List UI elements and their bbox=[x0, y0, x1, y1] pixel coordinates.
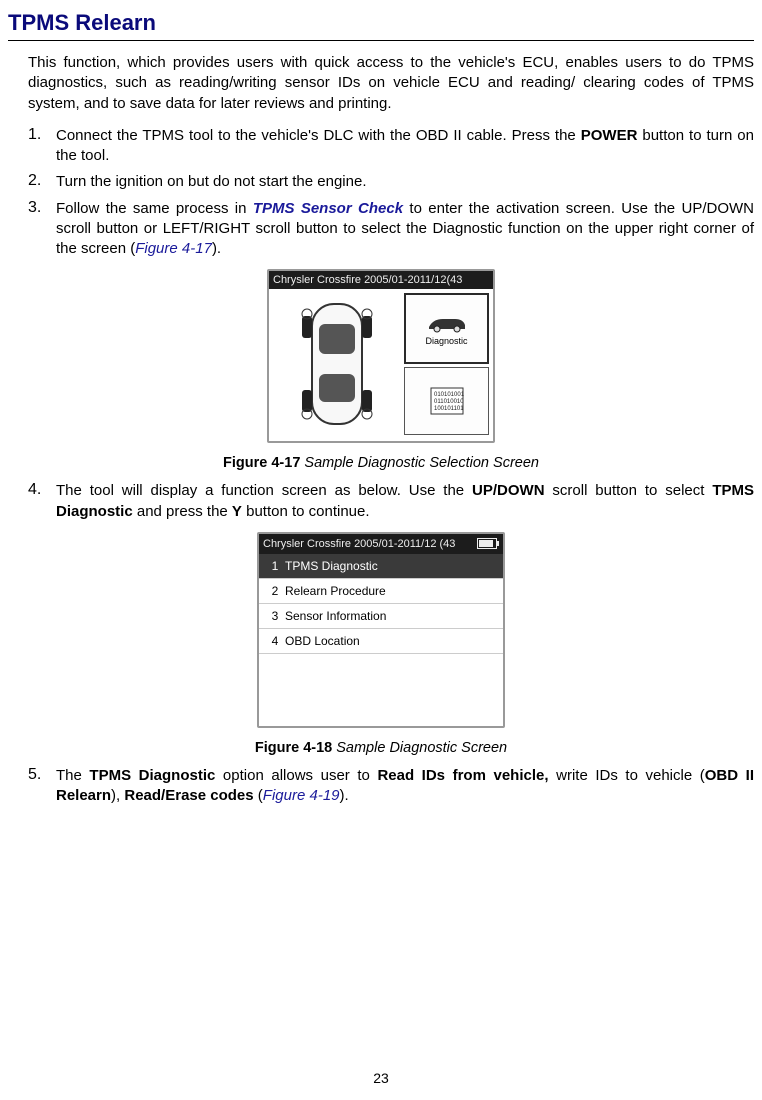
diagnostic-selection-screenshot: Chrysler Crossfire 2005/01-2011/12(43 bbox=[267, 269, 495, 443]
battery-icon bbox=[477, 538, 497, 549]
row-text: Relearn Procedure bbox=[285, 584, 386, 598]
row-number: 3 bbox=[265, 609, 285, 623]
step-text: ), bbox=[111, 787, 124, 804]
step-body: Connect the TPMS tool to the vehicle's D… bbox=[56, 126, 754, 167]
binary-icon-box: 010101001 011010010 100101101 bbox=[404, 367, 489, 436]
page-number: 23 bbox=[0, 1070, 762, 1086]
step-text: ). bbox=[340, 787, 349, 804]
caption-text: Sample Diagnostic Screen bbox=[332, 740, 507, 756]
step-text: The tool will display a function screen … bbox=[56, 482, 472, 499]
menu-row-selected: 1 TPMS Diagnostic bbox=[259, 554, 503, 579]
diagnostic-menu-screenshot: Chrysler Crossfire 2005/01-2011/12 (43 1… bbox=[257, 532, 505, 728]
figure-reference-link[interactable]: Figure 4-17 bbox=[135, 240, 212, 257]
step-3: 3. Follow the same process in TPMS Senso… bbox=[28, 199, 754, 260]
row-text: OBD Location bbox=[285, 634, 360, 648]
car-diagram bbox=[269, 289, 404, 439]
page-title: TPMS Relearn bbox=[8, 10, 754, 36]
menu-row: 4 OBD Location bbox=[259, 629, 503, 654]
step-number: 3. bbox=[28, 199, 56, 217]
step-text: write IDs to vehicle ( bbox=[549, 767, 705, 784]
row-number: 1 bbox=[265, 559, 285, 573]
figure-4-17: Chrysler Crossfire 2005/01-2011/12(43 bbox=[8, 269, 754, 447]
step-5: 5. The TPMS Diagnostic option allows use… bbox=[28, 766, 754, 807]
figure-4-18: Chrysler Crossfire 2005/01-2011/12 (43 1… bbox=[8, 532, 754, 732]
step-text: Follow the same process in bbox=[56, 200, 253, 217]
step-text: Connect the TPMS tool to the vehicle's D… bbox=[56, 127, 581, 144]
screenshot-titlebar: Chrysler Crossfire 2005/01-2011/12(43 bbox=[269, 271, 493, 289]
caption-text: Sample Diagnostic Selection Screen bbox=[300, 455, 539, 471]
step-4: 4. The tool will display a function scre… bbox=[28, 481, 754, 522]
tpms-diagnostic-label: TPMS Diagnostic bbox=[89, 767, 215, 784]
car-side-icon bbox=[425, 311, 469, 335]
row-text: TPMS Diagnostic bbox=[285, 559, 378, 573]
step-text: ( bbox=[254, 787, 263, 804]
read-erase-codes-label: Read/Erase codes bbox=[124, 787, 253, 804]
step-body: The tool will display a function screen … bbox=[56, 481, 754, 522]
title-divider bbox=[8, 40, 754, 41]
diagnostic-icon-box: Diagnostic bbox=[404, 293, 489, 364]
intro-paragraph: This function, which provides users with… bbox=[28, 53, 754, 114]
updown-label: UP/DOWN bbox=[472, 482, 545, 499]
step-number: 5. bbox=[28, 766, 56, 784]
figure-reference-link[interactable]: Figure 4-19 bbox=[263, 787, 340, 804]
tpms-sensor-check-link[interactable]: TPMS Sensor Check bbox=[253, 200, 403, 217]
row-number: 2 bbox=[265, 584, 285, 598]
power-button-label: POWER bbox=[581, 127, 638, 144]
svg-text:100101101: 100101101 bbox=[434, 406, 464, 412]
step-body: The TPMS Diagnostic option allows user t… bbox=[56, 766, 754, 807]
row-text: Sensor Information bbox=[285, 609, 386, 623]
read-ids-label: Read IDs from vehicle, bbox=[377, 767, 548, 784]
step-number: 1. bbox=[28, 126, 56, 144]
car-top-icon bbox=[282, 294, 392, 434]
titlebar-text: Chrysler Crossfire 2005/01-2011/12 (43 bbox=[263, 538, 455, 550]
caption-number: Figure 4-18 bbox=[255, 740, 332, 756]
svg-text:010101001: 010101001 bbox=[434, 392, 465, 398]
screenshot-titlebar: Chrysler Crossfire 2005/01-2011/12 (43 bbox=[259, 534, 503, 554]
step-text: and press the bbox=[133, 503, 232, 520]
binary-code-icon: 010101001 011010010 100101101 bbox=[425, 384, 469, 418]
row-number: 4 bbox=[265, 634, 285, 648]
step-text: option allows user to bbox=[215, 767, 377, 784]
figure-4-18-caption: Figure 4-18 Sample Diagnostic Screen bbox=[8, 740, 754, 756]
diagnostic-label: Diagnostic bbox=[425, 336, 467, 346]
step-number: 4. bbox=[28, 481, 56, 499]
step-text: scroll button to select bbox=[545, 482, 713, 499]
y-button-label: Y bbox=[232, 503, 242, 520]
step-body: Follow the same process in TPMS Sensor C… bbox=[56, 199, 754, 260]
menu-row: 3 Sensor Information bbox=[259, 604, 503, 629]
step-1: 1. Connect the TPMS tool to the vehicle'… bbox=[28, 126, 754, 167]
step-2: 2. Turn the ignition on but do not start… bbox=[28, 172, 754, 192]
step-number: 2. bbox=[28, 172, 56, 190]
step-body: Turn the ignition on but do not start th… bbox=[56, 172, 754, 192]
step-text: The bbox=[56, 767, 89, 784]
step-text: ). bbox=[212, 240, 221, 257]
menu-row: 2 Relearn Procedure bbox=[259, 579, 503, 604]
figure-4-17-caption: Figure 4-17 Sample Diagnostic Selection … bbox=[8, 455, 754, 471]
caption-number: Figure 4-17 bbox=[223, 455, 300, 471]
step-text: button to continue. bbox=[242, 503, 370, 520]
svg-text:011010010: 011010010 bbox=[434, 399, 464, 405]
